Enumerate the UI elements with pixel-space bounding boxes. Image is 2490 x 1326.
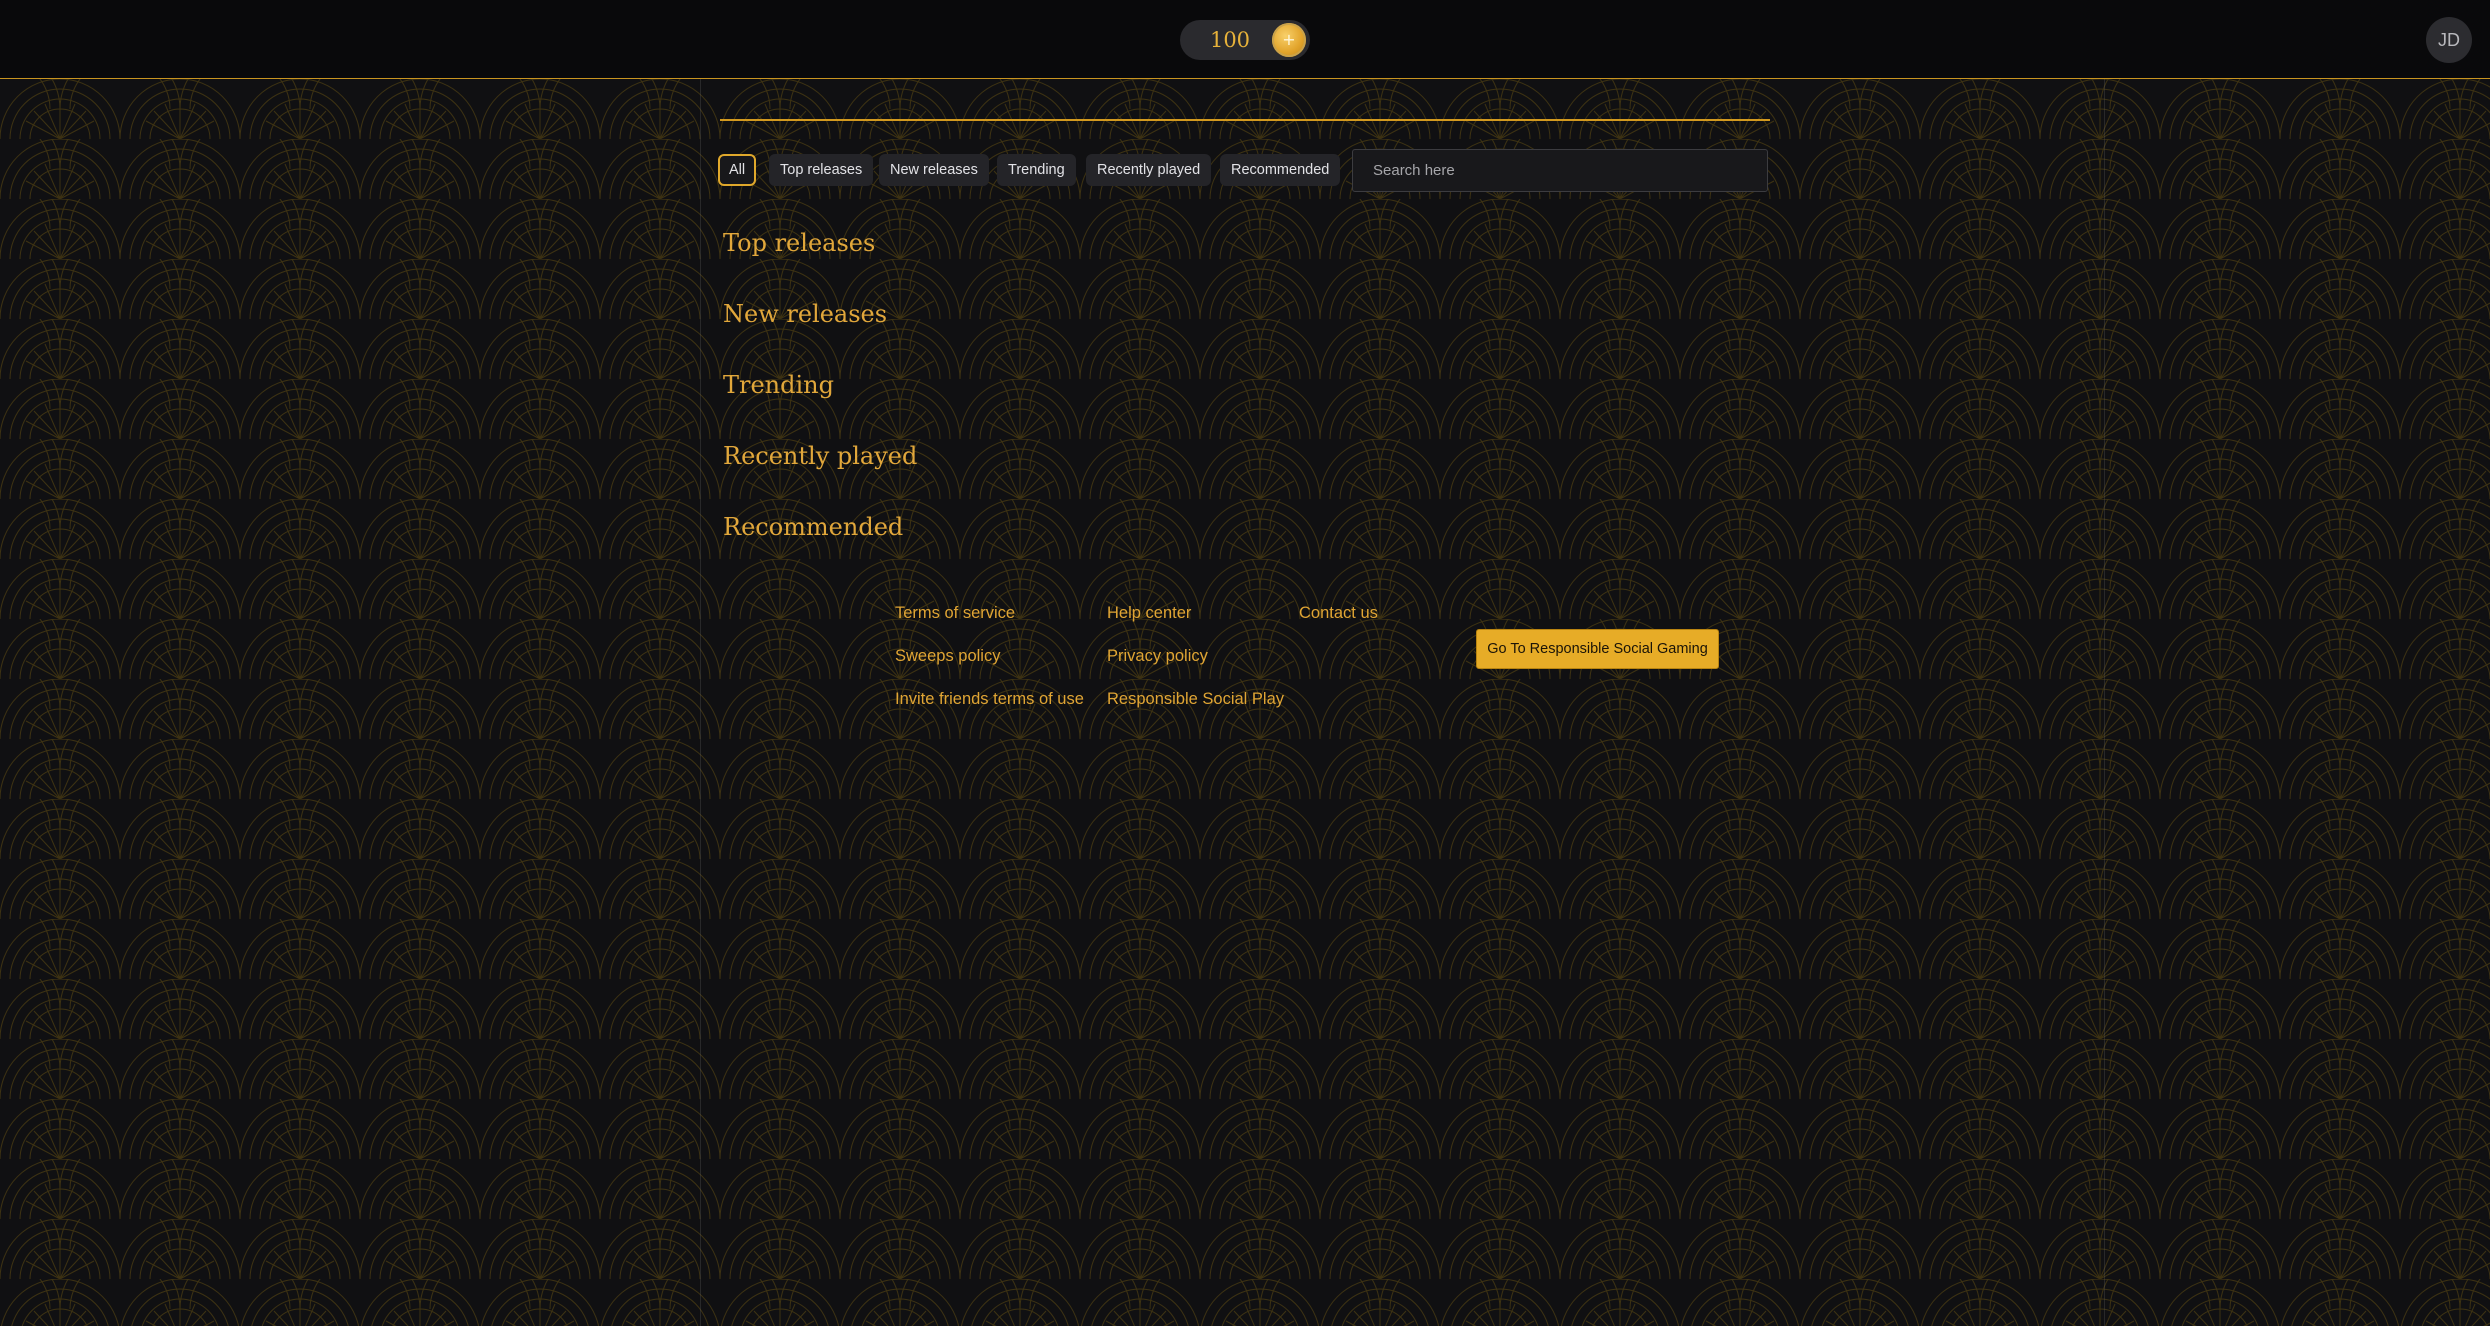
responsible-social-play-link[interactable]: Responsible Social Play [1107, 690, 1284, 709]
user-avatar[interactable]: JD [2426, 17, 2472, 63]
section-title-top-releases: Top releases [723, 229, 876, 257]
privacy-policy-link[interactable]: Privacy policy [1107, 647, 1208, 666]
contact-us-link[interactable]: Contact us [1299, 604, 1378, 623]
filter-chip-new-releases[interactable]: New releases [879, 154, 989, 186]
filter-chip-trending[interactable]: Trending [997, 154, 1076, 186]
add-coins-button[interactable]: + [1272, 23, 1306, 57]
filter-chip-recently-played[interactable]: Recently played [1086, 154, 1212, 186]
content-left-edge [700, 79, 701, 1326]
top-bar: 100 + JD [0, 0, 2490, 79]
help-center-link[interactable]: Help center [1107, 604, 1191, 623]
coin-balance-value: 100 [1209, 28, 1251, 52]
responsible-social-gaming-button[interactable]: Go To Responsible Social Gaming [1476, 629, 1719, 669]
filter-chip-all[interactable]: All [718, 154, 757, 186]
filter-chip-top-releases[interactable]: Top releases [769, 154, 874, 186]
coin-balance-pill: 100 + [1180, 20, 1310, 60]
filter-chip-recommended[interactable]: Recommended [1220, 154, 1341, 186]
terms-of-service-link[interactable]: Terms of service [895, 604, 1015, 623]
sweeps-policy-link[interactable]: Sweeps policy [895, 647, 1000, 666]
section-title-recommended: Recommended [723, 513, 904, 541]
section-title-recently-played: Recently played [723, 442, 918, 470]
gold-divider [720, 119, 1770, 121]
invite-friends-terms-link[interactable]: Invite friends terms of use [895, 690, 1084, 709]
content-right-edge [2104, 79, 2105, 1326]
search-input[interactable] [1352, 149, 1768, 192]
section-title-trending: Trending [723, 371, 834, 399]
section-title-new-releases: New releases [723, 300, 888, 328]
gold-coin-plus-icon: + [1282, 30, 1296, 49]
